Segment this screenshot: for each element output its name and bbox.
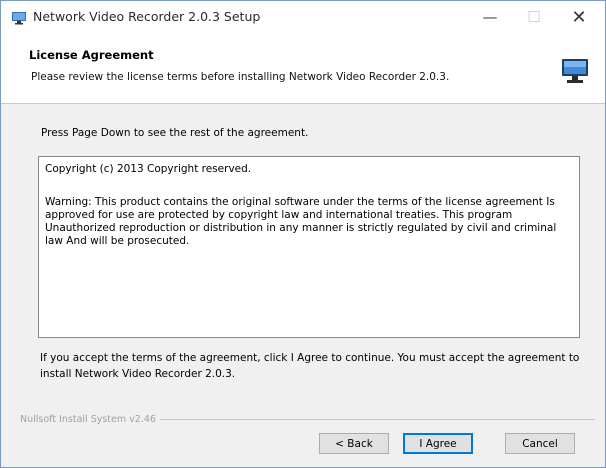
- title-bar[interactable]: Network Video Recorder 2.0.3 Setup — ☐ ✕: [1, 1, 605, 33]
- instructions-text: Press Page Down to see the rest of the a…: [41, 127, 309, 139]
- back-button[interactable]: < Back: [319, 433, 389, 454]
- monitor-icon: [561, 57, 589, 85]
- license-warning: Warning: This product contains the origi…: [45, 196, 557, 247]
- accept-instructions: If you accept the terms of the agreement…: [40, 352, 580, 380]
- window-title: Network Video Recorder 2.0.3 Setup: [33, 9, 261, 24]
- page-subtitle: Please review the license terms before i…: [31, 71, 450, 83]
- installer-branding: Nullsoft Install System v2.46: [20, 414, 160, 425]
- agree-button[interactable]: I Agree: [403, 433, 473, 454]
- wizard-header: License Agreement Please review the lice…: [1, 33, 605, 104]
- close-button[interactable]: ✕: [557, 1, 601, 33]
- maximize-button[interactable]: ☐: [512, 1, 556, 33]
- license-copyright: Copyright (c) 2013 Copyright reserved.: [45, 163, 252, 175]
- minimize-button[interactable]: —: [468, 1, 512, 33]
- license-textarea[interactable]: Copyright (c) 2013 Copyright reserved. W…: [38, 156, 580, 338]
- page-title: License Agreement: [29, 48, 154, 62]
- cancel-button[interactable]: Cancel: [505, 433, 575, 454]
- app-monitor-icon: [11, 10, 27, 26]
- setup-window: Network Video Recorder 2.0.3 Setup — ☐ ✕…: [0, 0, 606, 468]
